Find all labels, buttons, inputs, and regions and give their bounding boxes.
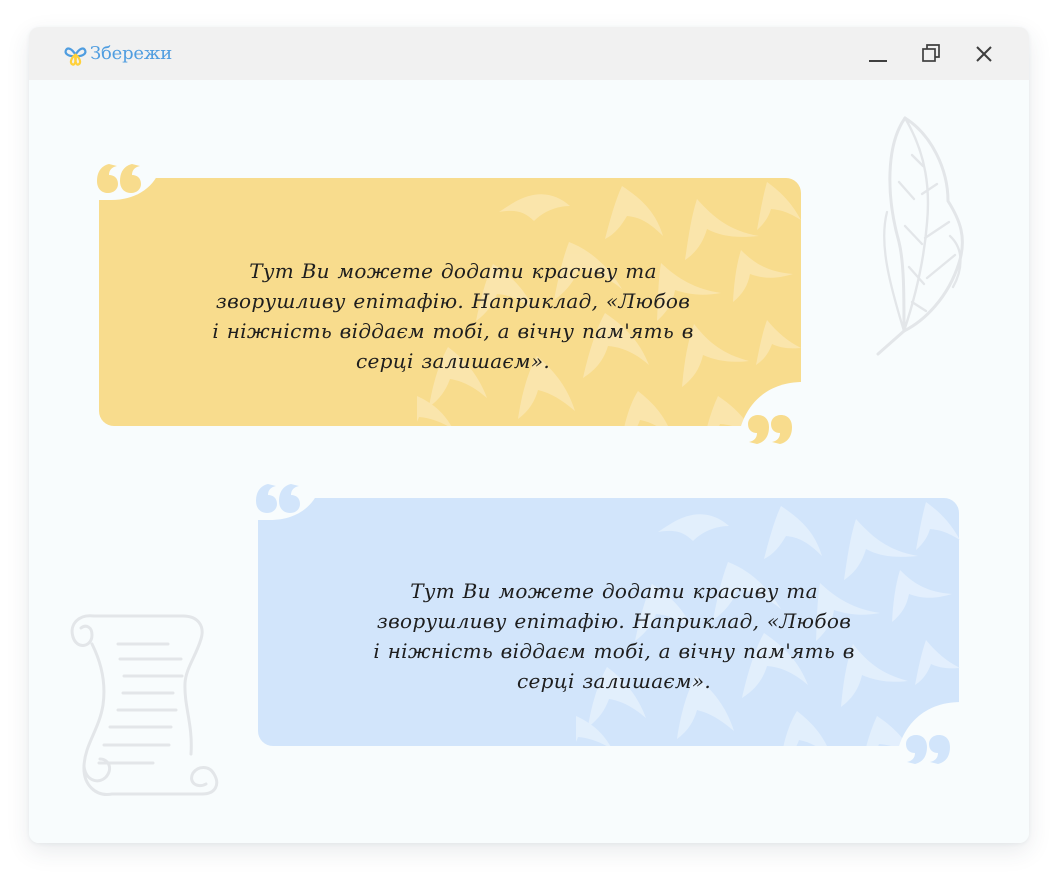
open-quote-icon <box>97 156 163 200</box>
epitaph-text-blue: Тут Ви можете додати красиву та зворушли… <box>373 579 855 693</box>
scroll-icon <box>70 614 219 796</box>
butterfly-logo-icon <box>64 46 87 66</box>
title-bar: Збережи <box>29 27 1029 80</box>
close-quote-icon <box>895 702 961 768</box>
feather-icon <box>876 116 964 356</box>
app-logo-text: Збережи <box>90 43 173 64</box>
close-icon[interactable] <box>970 40 998 68</box>
app-window: Збережи Тут Ви можете додати красиву та … <box>29 27 1029 843</box>
minimize-icon[interactable] <box>864 40 892 68</box>
close-quote-icon <box>737 382 803 448</box>
epitaph-card-blue: Тут Ви можете додати красиву та зворушли… <box>256 476 961 768</box>
open-quote-icon <box>256 476 322 520</box>
app-logo[interactable]: Збережи <box>63 40 172 68</box>
maximize-icon[interactable] <box>917 40 945 68</box>
epitaph-text-yellow: Тут Ви можете додати красиву та зворушли… <box>212 259 694 373</box>
epitaph-content: Тут Ви можете додати красиву та зворушли… <box>29 80 1029 843</box>
epitaph-card-yellow: Тут Ви можете додати красиву та зворушли… <box>97 156 803 448</box>
